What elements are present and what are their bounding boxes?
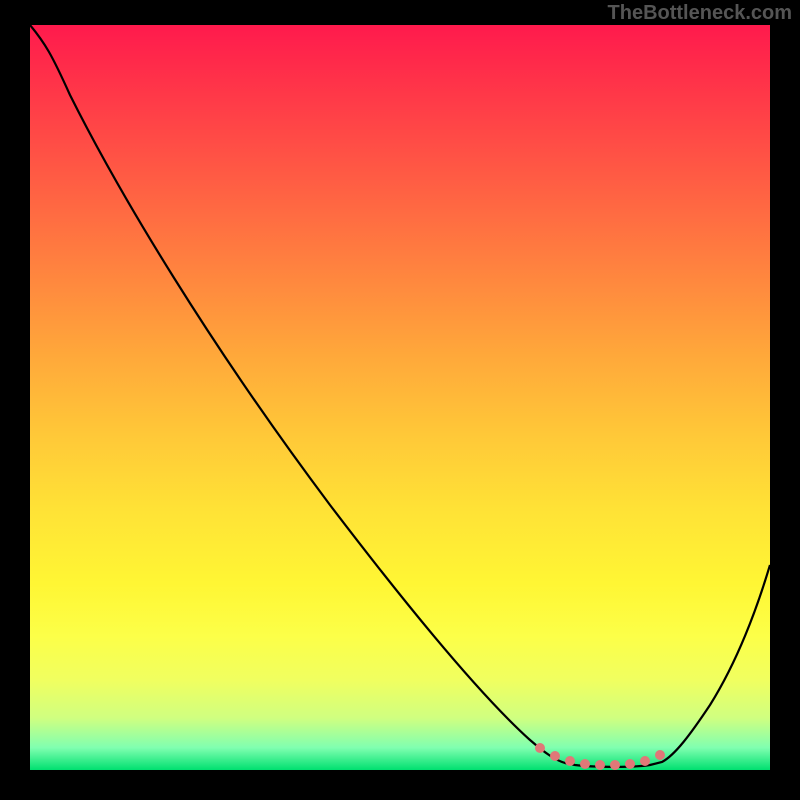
marker-dot: [595, 760, 605, 770]
marker-dot: [610, 760, 620, 770]
bottleneck-curve-path: [30, 25, 770, 767]
marker-dot: [640, 756, 650, 766]
marker-dot: [565, 756, 575, 766]
marker-dot: [655, 750, 665, 760]
marker-dot: [625, 759, 635, 769]
watermark-text: TheBottleneck.com: [608, 2, 792, 25]
plot-area: [30, 25, 770, 770]
marker-dot: [550, 751, 560, 761]
bottom-marker-group: [535, 743, 665, 770]
marker-dot: [535, 743, 545, 753]
marker-dot: [580, 759, 590, 769]
curve-layer: [30, 25, 770, 770]
